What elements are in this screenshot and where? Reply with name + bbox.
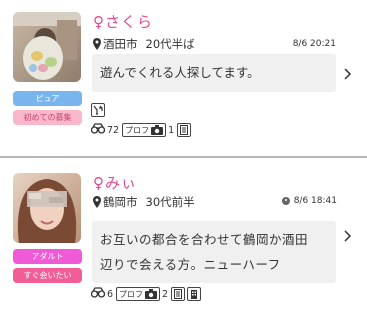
binoculars-icon [90, 287, 106, 301]
location-row: 鶴岡市 30代前半 [93, 194, 195, 210]
profile-photo-button[interactable]: プロフ [122, 123, 167, 137]
post-card-sakura[interactable]: ピュア 初めての募集 ♀さくら 酒田市 20代半ば 8/6 20:21 遊んでく… [0, 0, 367, 156]
avatar-photo[interactable] [13, 173, 81, 243]
chevron-right-icon[interactable] [343, 66, 353, 82]
photo-count: 2 [162, 288, 169, 300]
post-message[interactable]: お互いの都合を合わせて鶴岡か酒田 辺りで会える方。ニューハーフ [92, 221, 336, 283]
stats-row: 6 プロフ 2 [90, 287, 203, 301]
profile-photo-button[interactable]: プロフ [116, 287, 161, 301]
cocktail-icon [91, 103, 105, 117]
message-line-2: 辺りで会える方。ニューハーフ [100, 257, 281, 272]
chevron-right-icon[interactable] [343, 228, 353, 244]
badge-pure: ピュア [13, 91, 82, 106]
photo-count: 1 [168, 124, 175, 136]
message-line-1: お互いの都合を合わせて鶴岡か酒田 [100, 232, 309, 247]
view-count: 6 [107, 288, 114, 300]
city-label: 酒田市 [103, 37, 138, 51]
post-time-row: 8/6 18:41 [281, 196, 337, 206]
badge-adult: アダルト [13, 249, 82, 264]
post-message[interactable]: 遊んでくれる人探してます。 [92, 54, 336, 92]
age-label: 30代前半 [145, 195, 195, 209]
stats-row: 72 プロフ 1 [90, 123, 193, 137]
document-icon[interactable] [171, 287, 186, 301]
badge-first-time: 初めての募集 [13, 110, 82, 125]
map-pin-icon [93, 196, 101, 208]
document-icon[interactable] [177, 123, 192, 137]
badge-meet-soon: すぐ会いたい [13, 268, 82, 283]
post-card-mii[interactable]: アダルト すぐ会いたい ♀みぃ 鶴岡市 30代前半 8/6 18:41 お互いの… [0, 158, 367, 316]
poster-name[interactable]: ♀みぃ [93, 172, 137, 193]
binoculars-icon [90, 123, 106, 137]
location-row: 酒田市 20代半ば [93, 36, 195, 52]
camera-icon [145, 289, 158, 299]
camera-icon [151, 125, 164, 135]
tag-icon-row [91, 103, 107, 117]
map-pin-icon [93, 38, 101, 50]
poster-name[interactable]: ♀さくら [93, 11, 153, 32]
avatar-photo[interactable] [13, 12, 81, 82]
post-time: 8/6 20:21 [292, 39, 336, 49]
clock-icon [281, 197, 290, 205]
view-count: 72 [107, 124, 120, 136]
age-label: 20代半ば [145, 37, 195, 51]
building-icon[interactable] [187, 287, 202, 301]
city-label: 鶴岡市 [103, 195, 138, 209]
profile-label: プロフ [125, 125, 150, 135]
profile-label: プロフ [119, 289, 144, 299]
post-time: 8/6 18:41 [293, 196, 337, 206]
